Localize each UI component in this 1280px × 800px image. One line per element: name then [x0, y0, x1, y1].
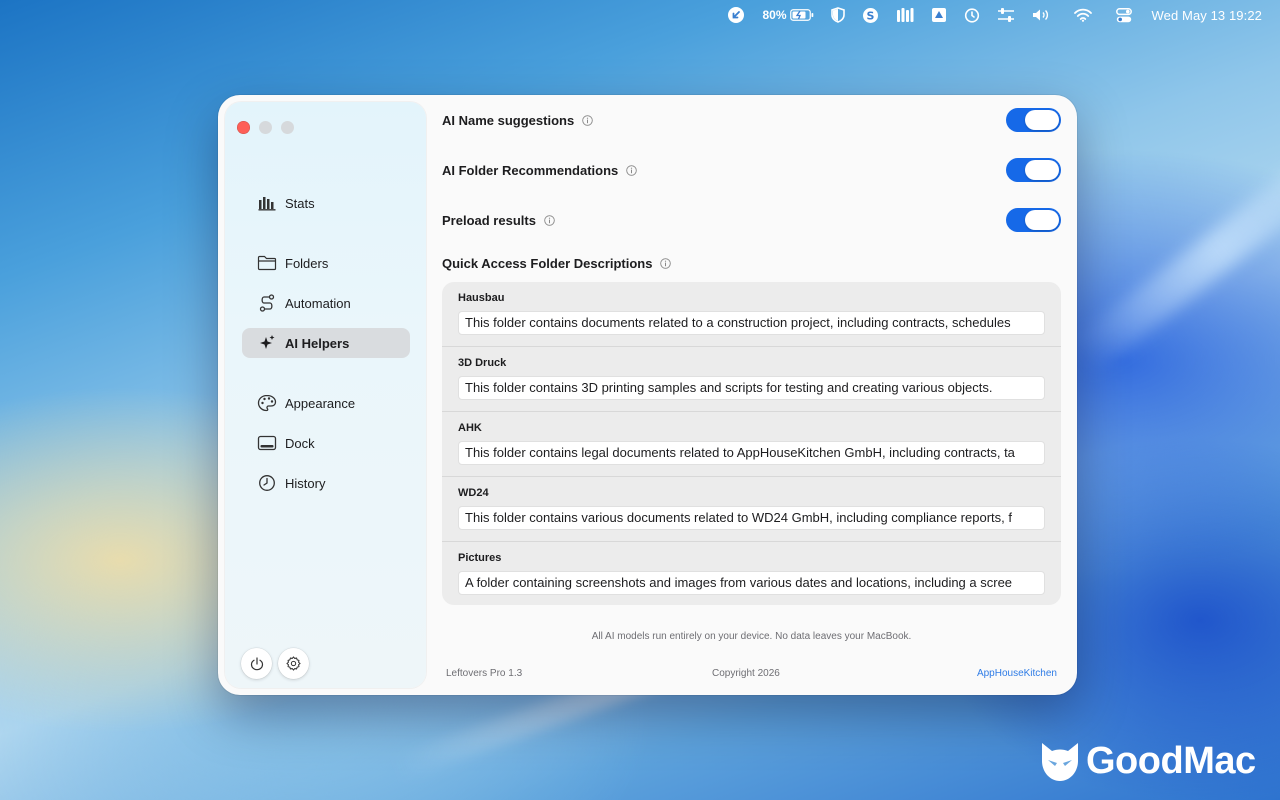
sidebar-item-stats[interactable]: Stats: [242, 188, 410, 218]
sidebar-item-label: Stats: [285, 195, 315, 211]
info-icon[interactable]: [544, 214, 555, 226]
sidebar-item-dock[interactable]: Dock: [242, 428, 410, 458]
sidebar-item-ai-helpers[interactable]: AI Helpers: [242, 328, 410, 358]
sidebar: Stats Folders Automation AI Helpers Appe: [225, 102, 426, 688]
watermark-text: GoodMac: [1086, 740, 1256, 782]
chart-icon: [257, 193, 277, 213]
minimize-button[interactable]: [259, 121, 272, 134]
info-icon[interactable]: [582, 114, 593, 126]
folder-description-field[interactable]: A folder containing screenshots and imag…: [458, 571, 1045, 595]
list-item: AHK This folder contains legal documents…: [442, 412, 1061, 477]
settings-content: AI Name suggestions AI Folder Recommenda…: [442, 95, 1061, 695]
toggle-knob: [1025, 110, 1059, 130]
setting-label: AI Name suggestions: [442, 112, 575, 128]
sidebar-item-label: Dock: [285, 435, 315, 451]
folder-description-field[interactable]: This folder contains documents related t…: [458, 311, 1045, 335]
info-icon[interactable]: [626, 164, 638, 176]
close-button[interactable]: [237, 121, 250, 134]
quick-access-header: Quick Access Folder Descriptions: [442, 256, 672, 271]
toggle-knob: [1025, 210, 1059, 230]
dock-icon: [257, 433, 277, 453]
list-item: 3D Druck This folder contains 3D printin…: [442, 347, 1061, 412]
folder-name: AHK: [458, 422, 482, 434]
window-controls: [237, 121, 294, 134]
power-icon: [250, 656, 264, 671]
setting-ai-folder-recommendations: AI Folder Recommendations: [442, 155, 1061, 185]
preload-results-toggle[interactable]: [1006, 208, 1061, 232]
app-version: Leftovers Pro 1.3: [446, 668, 523, 679]
palette-icon: [257, 393, 277, 413]
copyright: Copyright 2026: [712, 668, 780, 679]
sidebar-item-folders[interactable]: Folders: [242, 248, 410, 278]
watermark: GoodMac: [1038, 740, 1256, 783]
folder-description-field[interactable]: This folder contains legal documents rel…: [458, 441, 1045, 465]
folder-name: WD24: [458, 487, 489, 499]
clock-icon: [257, 473, 277, 493]
power-button[interactable]: [241, 648, 272, 679]
menu-bar: 80% S Wed May 13 19:22: [0, 0, 1280, 30]
wallpaper-streak: [1065, 123, 1280, 377]
developer-link[interactable]: AppHouseKitchen: [977, 668, 1057, 679]
sidebar-item-history[interactable]: History: [242, 468, 410, 498]
folder-description-field[interactable]: This folder contains various documents r…: [458, 506, 1045, 530]
volume-icon[interactable]: [1032, 0, 1052, 30]
sidebar-item-appearance[interactable]: Appearance: [242, 388, 410, 418]
privacy-note: All AI models run entirely on your devic…: [591, 631, 912, 642]
setting-ai-name-suggestions: AI Name suggestions: [442, 105, 1061, 135]
toggle-knob: [1025, 160, 1059, 180]
info-icon[interactable]: [660, 258, 672, 269]
zoom-button[interactable]: [281, 121, 294, 134]
app-window: Stats Folders Automation AI Helpers Appe: [218, 95, 1077, 695]
section-title: Quick Access Folder Descriptions: [442, 256, 653, 271]
drive-icon[interactable]: [931, 0, 947, 30]
ai-folder-recommendations-toggle[interactable]: [1006, 158, 1061, 182]
sidebar-item-label: History: [285, 475, 326, 491]
watermark-logo-icon: [1038, 741, 1082, 783]
sidebar-item-label: Automation: [285, 295, 351, 311]
gear-icon: [286, 656, 301, 671]
list-item: Hausbau This folder contains documents r…: [442, 282, 1061, 347]
timer-icon[interactable]: [964, 0, 980, 30]
folder-icon: [257, 253, 277, 273]
bars-icon[interactable]: [896, 0, 914, 30]
list-item: WD24 This folder contains various docume…: [442, 477, 1061, 542]
sliders-icon[interactable]: [997, 0, 1015, 30]
footer: Leftovers Pro 1.3 Copyright 2026 AppHous…: [446, 668, 1057, 682]
battery-status[interactable]: 80%: [762, 0, 813, 30]
folder-name: Pictures: [458, 552, 502, 564]
sidebar-item-automation[interactable]: Automation: [242, 288, 410, 318]
setting-label: Preload results: [442, 212, 536, 228]
battery-icon: [789, 9, 814, 21]
sparkles-icon: [257, 333, 277, 353]
ai-name-suggestions-toggle[interactable]: [1006, 108, 1061, 132]
battery-percent: 80%: [762, 8, 787, 22]
folder-description-field[interactable]: This folder contains 3D printing samples…: [458, 376, 1045, 400]
shield-icon[interactable]: [830, 0, 845, 30]
sidebar-item-label: AI Helpers: [285, 335, 350, 351]
sidebar-item-label: Appearance: [285, 395, 356, 411]
menu-clock[interactable]: Wed May 13 19:22: [1152, 8, 1262, 23]
wifi-icon[interactable]: [1073, 0, 1092, 30]
dollar-circle-icon[interactable]: S: [862, 0, 879, 30]
setting-label: AI Folder Recommendations: [442, 162, 619, 178]
svg-text:S: S: [866, 9, 874, 22]
setting-preload-results: Preload results: [442, 205, 1061, 235]
folder-name: Hausbau: [458, 292, 505, 304]
path-icon: [257, 293, 277, 313]
list-item: Pictures A folder containing screenshots…: [442, 542, 1061, 605]
arrow-circle-icon[interactable]: [727, 0, 745, 30]
settings-button[interactable]: [278, 648, 309, 679]
folder-description-list: Hausbau This folder contains documents r…: [442, 282, 1061, 605]
control-center-icon[interactable]: [1115, 0, 1132, 30]
sidebar-item-label: Folders: [285, 255, 329, 271]
folder-name: 3D Druck: [458, 357, 507, 369]
